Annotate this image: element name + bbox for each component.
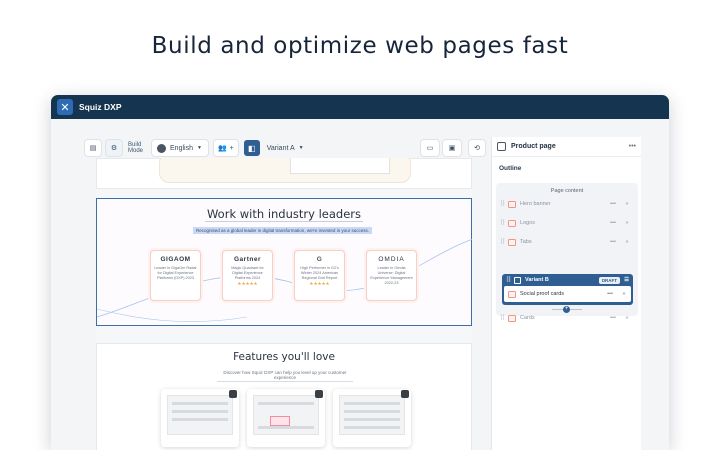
panel-title: Product page	[511, 143, 556, 150]
outline-item[interactable]: ⠿ Tabs ••• »	[500, 235, 634, 249]
drag-handle-icon[interactable]: ⠿	[500, 219, 508, 227]
add-component-button[interactable]: +	[563, 306, 570, 313]
history-icon: ⟲	[474, 145, 480, 152]
outline-item[interactable]: ⠿ Cards ••• »	[500, 311, 634, 325]
award-card[interactable]: Gartner Magic Quadrant for Digital Exper…	[222, 250, 273, 301]
build-mode-button[interactable]: ⚙	[105, 139, 123, 157]
award-card[interactable]: G High Performer in G2's Winter 2024 Ame…	[294, 250, 345, 301]
features-section[interactable]: Features you'll love Discover how Squiz …	[96, 343, 472, 450]
features-subtitle: Discover how Squiz DXP can help you leve…	[217, 370, 353, 382]
expand-icon[interactable]: »	[620, 220, 634, 226]
more-icon[interactable]: •••	[606, 239, 620, 245]
expand-icon[interactable]: »	[620, 239, 634, 245]
variant-icon	[514, 276, 521, 284]
image-button[interactable]: ▣	[442, 139, 462, 157]
drag-handle-icon[interactable]: ⠿	[500, 238, 508, 246]
more-icon[interactable]: •••	[606, 315, 620, 321]
squiz-logo-icon: ✕	[57, 99, 73, 115]
build-mode-label: Build Mode	[128, 141, 144, 155]
variant-icon[interactable]: ◧	[243, 140, 260, 156]
section-subtitle: Recognised as a global leader in digital…	[193, 227, 372, 234]
top-section	[96, 158, 472, 189]
outline-tree: Page content ⠿ Hero banner ••• » ⠿ Logos…	[496, 183, 638, 322]
more-icon[interactable]: •••	[606, 201, 620, 207]
feature-card[interactable]	[161, 389, 239, 447]
drag-handle-icon[interactable]: ⠿	[500, 314, 508, 322]
component-icon	[508, 219, 516, 227]
feature-card[interactable]	[247, 389, 325, 447]
feature-card[interactable]	[333, 389, 411, 447]
device-icon: ▭	[426, 145, 434, 152]
drag-handle-icon[interactable]: ⠿	[500, 200, 508, 208]
globe-icon	[157, 143, 167, 153]
users-icon: 👥	[217, 145, 227, 152]
component-icon	[508, 314, 516, 322]
toolbar-right: ▭ ▣ ⟲	[420, 139, 486, 157]
industry-leaders-section[interactable]: Work with industry leaders Recognised as…	[96, 198, 472, 326]
outline-label: Outline	[499, 165, 522, 172]
page-icon	[497, 142, 506, 151]
app-window: ✕ Squiz DXP ▤ ⚙ Build Mode English ▼ 👥 + …	[51, 95, 669, 450]
history-button[interactable]: ⟲	[468, 139, 486, 157]
outline-item[interactable]: ⠿ Hero banner ••• »	[500, 197, 634, 211]
feature-card-icon	[401, 390, 409, 398]
features-title: Features you'll love	[233, 351, 335, 363]
page-content-label: Page content	[550, 188, 584, 194]
device-preview-button[interactable]: ▭	[420, 139, 440, 157]
drag-handle-icon[interactable]: ⠿	[506, 276, 514, 284]
expand-icon[interactable]: »	[620, 201, 634, 207]
feature-card-icon	[315, 390, 323, 398]
more-icon[interactable]: •••	[603, 291, 617, 297]
app-name: Squiz DXP	[79, 102, 122, 112]
settings-icon: ⚙	[110, 145, 118, 152]
variant-block[interactable]: ⠿ Variant B DRAFT ☰ Social proof cards •…	[502, 274, 633, 305]
page-canvas[interactable]: Work with industry leaders Recognised as…	[96, 158, 472, 450]
expand-icon[interactable]: »	[617, 291, 631, 297]
component-icon	[508, 200, 516, 208]
feature-card-icon	[229, 390, 237, 398]
expand-icon[interactable]: »	[620, 315, 634, 321]
draft-badge: DRAFT	[598, 276, 621, 284]
component-icon	[508, 290, 516, 298]
editor-toolbar: ▤ ⚙ Build Mode English ▼ 👥 + ◧ Variant A …	[84, 137, 486, 159]
variant-select[interactable]: Variant A ▼	[262, 139, 309, 157]
list-icon: ▤	[89, 145, 97, 152]
panel-header: Product page •••	[492, 137, 641, 157]
more-icon[interactable]: •••	[629, 143, 636, 150]
more-icon[interactable]: •••	[606, 220, 620, 226]
chevron-down-icon: ▼	[298, 145, 304, 151]
users-button[interactable]: 👥 +	[212, 139, 239, 157]
component-icon	[508, 238, 516, 246]
award-card[interactable]: OMDIA Leader in Omdia Universe: Digital …	[366, 250, 417, 301]
chevron-down-icon: ▼	[196, 145, 202, 151]
menu-icon[interactable]: ☰	[624, 277, 629, 283]
outline-item-selected[interactable]: Social proof cards ••• »	[504, 286, 631, 302]
image-icon: ▣	[448, 145, 456, 152]
plus-icon: +	[229, 144, 234, 152]
right-panel: Product page ••• Outline Page content ⠿ …	[491, 137, 641, 450]
outline-item[interactable]: ⠿ Logos ••• »	[500, 216, 634, 230]
section-title: Work with industry leaders	[204, 207, 363, 222]
award-card[interactable]: GIGAOM Leader in GigaOm Radar for Digita…	[150, 250, 201, 301]
language-select[interactable]: English ▼	[151, 139, 209, 157]
title-bar: ✕ Squiz DXP	[51, 95, 669, 119]
list-view-button[interactable]: ▤	[84, 139, 102, 157]
headline: Build and optimize web pages fast	[151, 33, 569, 59]
